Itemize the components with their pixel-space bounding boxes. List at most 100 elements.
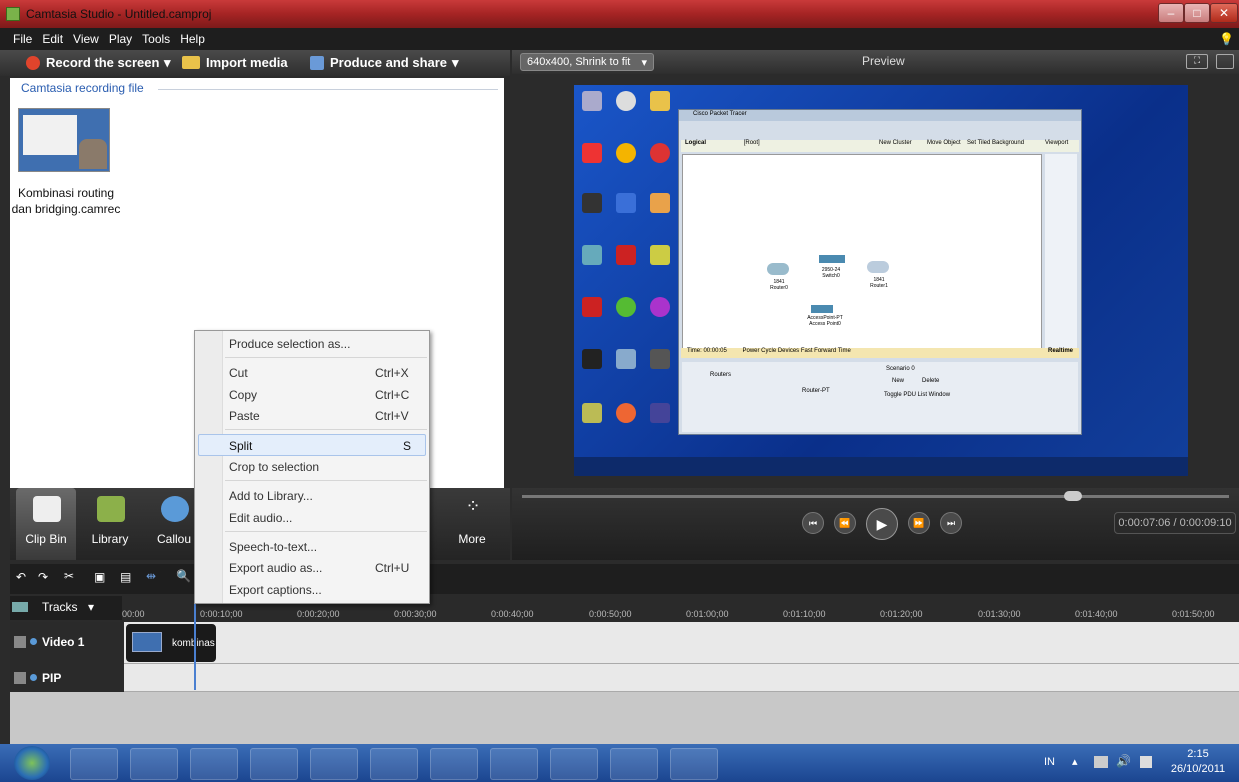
logical-bar: Logical [Root] New Cluster Move Object S…	[681, 140, 1079, 152]
context-menu: Produce selection as... Cut Ctrl+X Copy …	[194, 330, 430, 604]
device-panel: Routers Router-PT Scenario 0 New Delete …	[682, 362, 1078, 432]
video1-lane[interactable]: kombinas	[124, 622, 1239, 664]
timeline-clip[interactable]: kombinas	[126, 624, 216, 662]
rewind-icon[interactable]: ⏪	[834, 512, 856, 534]
menu-file[interactable]: File	[8, 28, 37, 50]
game-icon	[650, 403, 670, 423]
menu-tools[interactable]: Tools	[137, 28, 175, 50]
play-button[interactable]: ▶	[866, 508, 898, 540]
camtasia-taskbar-icon[interactable]	[670, 748, 718, 780]
packet-tracer-window: Cisco Packet Tracer Logical [Root] New C…	[678, 109, 1082, 435]
tracks-dropdown-icon: ▾	[88, 600, 95, 614]
word-icon[interactable]	[430, 748, 478, 780]
tracks-menu[interactable]: Tracks ▾	[10, 596, 122, 620]
preview-size-select[interactable]: 640x400, Shrink to fit ▾	[520, 53, 654, 71]
menu-help[interactable]: Help	[175, 28, 210, 50]
thumbnail-window	[23, 115, 77, 155]
cut-icon[interactable]: ✂	[64, 569, 74, 583]
chrome-icon	[616, 143, 636, 163]
menu-item-crop[interactable]: Crop to selection	[229, 460, 319, 474]
record-screen-button[interactable]: Record the screen	[46, 55, 159, 70]
record-dropdown-icon[interactable]: ▾	[164, 55, 171, 71]
battery-icon[interactable]	[1140, 756, 1152, 768]
produce-share-button[interactable]: Produce and share	[330, 55, 447, 70]
track-lock-icon[interactable]	[14, 636, 26, 648]
ie-icon[interactable]	[70, 748, 118, 780]
menu-item-speech-to-text[interactable]: Speech-to-text...	[229, 540, 317, 554]
clip-thumbnail[interactable]	[18, 108, 110, 172]
windows-taskbar: IN ▴ 🔊 2:15 26/10/2011	[0, 744, 1239, 782]
paint-icon[interactable]	[490, 748, 538, 780]
network-icon[interactable]	[1094, 756, 1108, 768]
clock[interactable]: 2:15 26/10/2011	[1163, 747, 1233, 777]
scenario-delete-button: Delete	[922, 378, 940, 384]
video1-track-header[interactable]: Video 1	[10, 622, 122, 664]
video-icon[interactable]	[610, 748, 658, 780]
paste-icon[interactable]: ▤	[120, 570, 131, 584]
tab-library[interactable]: Library	[80, 488, 140, 560]
language-indicator[interactable]: IN	[1044, 756, 1055, 768]
tab-more[interactable]: ⁘ More	[442, 488, 502, 560]
media-player-icon[interactable]	[190, 748, 238, 780]
explorer-icon[interactable]	[130, 748, 178, 780]
detach-preview-icon[interactable]	[1216, 54, 1234, 69]
snipping-icon[interactable]	[550, 748, 598, 780]
menu-item-edit-audio[interactable]: Edit audio...	[229, 511, 292, 525]
recorded-desktop-frame: Cisco Packet Tracer Logical [Root] New C…	[574, 85, 1188, 476]
menu-edit[interactable]: Edit	[37, 28, 68, 50]
fast-forward-icon[interactable]: ⏩	[908, 512, 930, 534]
scrub-handle[interactable]	[1064, 491, 1082, 501]
menu-play[interactable]: Play	[104, 28, 137, 50]
undo-icon[interactable]: ↶	[16, 570, 26, 584]
scrub-bar[interactable]	[522, 495, 1229, 498]
track-visibility-icon[interactable]	[30, 638, 37, 645]
menu-item-add-library[interactable]: Add to Library...	[229, 489, 313, 503]
maximize-button[interactable]: □	[1184, 3, 1210, 23]
menu-item-produce-selection[interactable]: Produce selection as...	[229, 337, 350, 351]
clock-time: 2:15	[1187, 748, 1209, 760]
pip-track-header[interactable]: PIP	[10, 664, 122, 692]
library-tab-icon	[97, 496, 125, 522]
scenario-label: Scenario 0	[886, 366, 915, 372]
menu-item-export-captions[interactable]: Export captions...	[229, 583, 322, 597]
ruler-tick: 0:01:30;00	[978, 609, 1021, 619]
import-media-button[interactable]: Import media	[206, 55, 288, 70]
router-pt-label: Router-PT	[802, 388, 830, 394]
lightbulb-icon[interactable]: 💡	[1214, 28, 1239, 50]
router1-label: 1841 Router1	[870, 277, 888, 289]
packet-tracer-title: Cisco Packet Tracer	[679, 110, 1081, 121]
skip-start-icon[interactable]: ⏮	[802, 512, 824, 534]
playhead[interactable]	[194, 594, 196, 690]
filezilla-taskbar-icon[interactable]	[310, 748, 358, 780]
track-visibility-icon[interactable]	[30, 674, 37, 681]
minimize-button[interactable]: –	[1158, 3, 1184, 23]
track-lock-icon[interactable]	[14, 672, 26, 684]
clip-name[interactable]: Kombinasi routing dan bridging.camrec	[6, 185, 126, 217]
pip-lane[interactable]	[124, 664, 1239, 692]
firefox-icon[interactable]	[250, 748, 298, 780]
zoom-icon[interactable]: 🔍	[176, 569, 191, 583]
volume-icon[interactable]: 🔊	[1116, 754, 1131, 768]
split-icon[interactable]: ⇹	[146, 569, 156, 583]
redo-icon[interactable]: ↷	[38, 570, 48, 584]
tab-clip-bin[interactable]: Clip Bin	[16, 488, 76, 560]
menu-item-paste[interactable]: Paste	[229, 409, 260, 423]
timecode-display: 0:00:07:06 / 0:00:09:10	[1114, 512, 1236, 534]
menu-item-split[interactable]: Split	[229, 439, 252, 453]
show-hidden-icons-icon[interactable]: ▴	[1072, 755, 1078, 768]
messenger-icon	[616, 297, 636, 317]
switch0-icon	[819, 255, 845, 263]
menu-item-cut[interactable]: Cut	[229, 366, 248, 380]
menu-item-copy[interactable]: Copy	[229, 388, 257, 402]
menu-view[interactable]: View	[68, 28, 104, 50]
fullscreen-icon[interactable]: ⛶	[1186, 54, 1208, 69]
routers-label: Routers	[710, 372, 732, 378]
copy-icon[interactable]: ▣	[94, 570, 105, 584]
skip-end-icon[interactable]: ⏭	[940, 512, 962, 534]
realtime-label: Realtime	[1047, 348, 1073, 354]
acrobat-taskbar-icon[interactable]	[370, 748, 418, 780]
menu-item-export-audio[interactable]: Export audio as...	[229, 561, 322, 575]
produce-dropdown-icon[interactable]: ▾	[452, 55, 459, 71]
start-button[interactable]	[14, 746, 50, 780]
close-button[interactable]: ✕	[1210, 3, 1238, 23]
